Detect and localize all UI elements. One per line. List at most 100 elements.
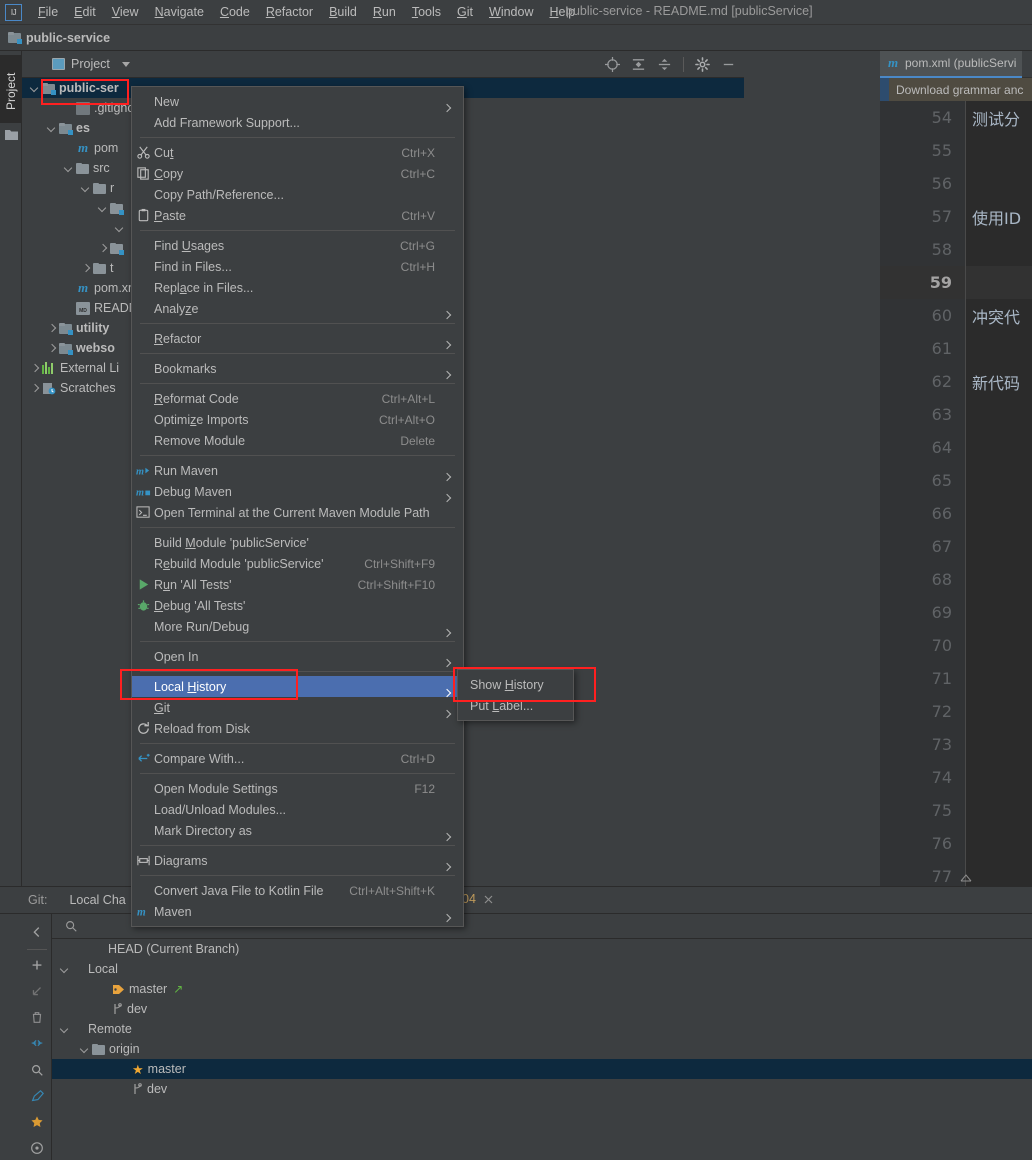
menubar-item-code[interactable]: Code — [212, 2, 258, 22]
delete-icon[interactable] — [29, 1010, 45, 1024]
code-line[interactable] — [966, 761, 1032, 794]
editor-gutter[interactable]: 54 55 56 57 58 59 60 61 62 63 64 65 66 67 68 69 70 71 72 73… — [880, 101, 965, 886]
git-tree-node[interactable]: master ↗ — [52, 979, 1032, 999]
chevron-right-icon[interactable] — [30, 364, 39, 373]
code-line[interactable] — [966, 563, 1032, 596]
code-line[interactable] — [966, 398, 1032, 431]
git-tree-node[interactable]: Local — [52, 959, 1032, 979]
chevron-down-icon[interactable] — [115, 224, 124, 233]
menu-item-open-in[interactable]: Open In — [132, 646, 463, 667]
menu-item-compare-with[interactable]: Compare With... Ctrl+D — [132, 748, 463, 769]
git-branch-tree[interactable]: HEAD (Current Branch) Local master ↗ dev Remo… — [52, 939, 1032, 1160]
menubar-item-build[interactable]: Build — [321, 2, 365, 22]
menu-item-local-history[interactable]: Local History — [132, 676, 463, 697]
menu-item-paste[interactable]: Paste Ctrl+V — [132, 205, 463, 226]
menu-item-find-usages[interactable]: Find Usages Ctrl+G — [132, 235, 463, 256]
menubar-item-tools[interactable]: Tools — [404, 2, 449, 22]
menu-item-mark-directory-as[interactable]: Mark Directory as — [132, 820, 463, 841]
code-line[interactable]: 使用ID — [966, 200, 1032, 233]
menu-item-more-run-debug[interactable]: More Run/Debug — [132, 616, 463, 637]
menu-item-find-in-files[interactable]: Find in Files... Ctrl+H — [132, 256, 463, 277]
stripe-tab-project[interactable]: Project — [0, 55, 22, 123]
chevron-down-icon[interactable] — [64, 164, 73, 173]
search-icon[interactable] — [29, 1063, 45, 1077]
project-panel-title-group[interactable]: Project — [52, 57, 130, 71]
menu-item-bookmarks[interactable]: Bookmarks — [132, 358, 463, 379]
locate-icon[interactable] — [605, 57, 620, 72]
submenu-item-show-history[interactable]: Show History — [458, 674, 573, 695]
menubar-item-window[interactable]: Window — [481, 2, 541, 22]
menu-item-copy-path-reference[interactable]: Copy Path/Reference... — [132, 184, 463, 205]
menu-item-load-unload-modules[interactable]: Load/Unload Modules... — [132, 799, 463, 820]
code-line[interactable] — [966, 596, 1032, 629]
hide-window-icon[interactable] — [721, 57, 736, 72]
editor-tab-pom-xml[interactable]: m pom.xml (publicServi — [880, 50, 1023, 78]
menu-item-build-module-publicservice[interactable]: Build Module 'publicService' — [132, 532, 463, 553]
menu-item-replace-in-files[interactable]: Replace in Files... — [132, 277, 463, 298]
menubar-item-file[interactable]: File — [30, 2, 66, 22]
menubar-item-refactor[interactable]: Refactor — [258, 2, 321, 22]
menubar-item-edit[interactable]: Edit — [66, 2, 104, 22]
chevron-down-icon[interactable] — [121, 61, 130, 67]
chevron-right-icon[interactable] — [47, 344, 56, 353]
code-line[interactable] — [966, 530, 1032, 563]
gear-icon[interactable] — [695, 57, 710, 72]
chevron-right-icon[interactable] — [98, 244, 107, 253]
collapse-all-icon[interactable] — [657, 57, 672, 72]
chevron-right-icon[interactable] — [47, 324, 56, 333]
chevron-down-icon[interactable] — [60, 1025, 69, 1034]
menubar-item-view[interactable]: View — [104, 2, 147, 22]
menu-item-convert-java-file-to-kotlin-file[interactable]: Convert Java File to Kotlin File Ctrl+Alt… — [132, 880, 463, 901]
menu-item-run-all-tests[interactable]: Run 'All Tests' Ctrl+Shift+F10 — [132, 574, 463, 595]
back-icon[interactable] — [29, 925, 45, 939]
add-icon[interactable] — [29, 958, 45, 972]
expand-all-icon[interactable] — [631, 57, 646, 72]
chevron-down-icon[interactable] — [30, 84, 39, 93]
code-line[interactable] — [966, 134, 1032, 167]
code-line[interactable] — [966, 497, 1032, 530]
chevron-down-icon[interactable] — [47, 124, 56, 133]
code-line[interactable] — [966, 662, 1032, 695]
code-line[interactable] — [966, 695, 1032, 728]
breadcrumb[interactable]: public-service — [8, 31, 110, 45]
chevron-down-icon[interactable] — [80, 1045, 89, 1054]
menu-item-copy[interactable]: Copy Ctrl+C — [132, 163, 463, 184]
settings-target-icon[interactable] — [29, 1141, 45, 1155]
menu-item-optimize-imports[interactable]: Optimize Imports Ctrl+Alt+O — [132, 409, 463, 430]
context-menu[interactable]: New Add Framework Support... Cut Ctrl+X Copy… — [131, 86, 464, 927]
git-tree-node[interactable]: ★ master — [52, 1059, 1032, 1079]
code-line[interactable] — [966, 827, 1032, 860]
menu-item-reload-from-disk[interactable]: Reload from Disk — [132, 718, 463, 739]
menu-item-debug-all-tests[interactable]: Debug 'All Tests' — [132, 595, 463, 616]
code-line[interactable] — [966, 233, 1032, 266]
menu-item-maven[interactable]: m Maven — [132, 901, 463, 922]
menu-item-reformat-code[interactable]: Reformat Code Ctrl+Alt+L — [132, 388, 463, 409]
menu-item-new[interactable]: New — [132, 91, 463, 112]
menubar-item-run[interactable]: Run — [365, 2, 404, 22]
menu-item-open-module-settings[interactable]: Open Module Settings F12 — [132, 778, 463, 799]
edit-icon[interactable] — [29, 1089, 45, 1103]
favorite-star-icon[interactable] — [29, 1115, 45, 1129]
git-tree-node[interactable]: origin — [52, 1039, 1032, 1059]
chevron-right-icon[interactable] — [81, 264, 90, 273]
code-line[interactable] — [966, 431, 1032, 464]
fetch-icon[interactable] — [29, 984, 45, 998]
close-icon[interactable] — [483, 894, 494, 905]
code-line[interactable] — [966, 464, 1032, 497]
local-history-submenu[interactable]: Show History Put Label... — [457, 669, 574, 721]
chevron-down-icon[interactable] — [60, 965, 69, 974]
menu-item-analyze[interactable]: Analyze — [132, 298, 463, 319]
git-tree-node[interactable]: Remote — [52, 1019, 1032, 1039]
code-line[interactable]: 测试分 — [966, 101, 1032, 134]
menu-item-remove-module[interactable]: Remove Module Delete — [132, 430, 463, 451]
git-tree-node[interactable]: HEAD (Current Branch) — [52, 939, 1032, 959]
chevron-down-icon[interactable] — [98, 204, 107, 213]
menubar-item-navigate[interactable]: Navigate — [147, 2, 212, 22]
code-line[interactable] — [966, 728, 1032, 761]
notification-bar[interactable]: Download grammar anc — [889, 78, 1032, 101]
git-tab-extra[interactable]: 04 — [462, 892, 494, 906]
menu-item-cut[interactable]: Cut Ctrl+X — [132, 142, 463, 163]
git-tree-node[interactable]: dev — [52, 999, 1032, 1019]
code-line[interactable] — [966, 167, 1032, 200]
submenu-item-put-label[interactable]: Put Label... — [458, 695, 573, 716]
